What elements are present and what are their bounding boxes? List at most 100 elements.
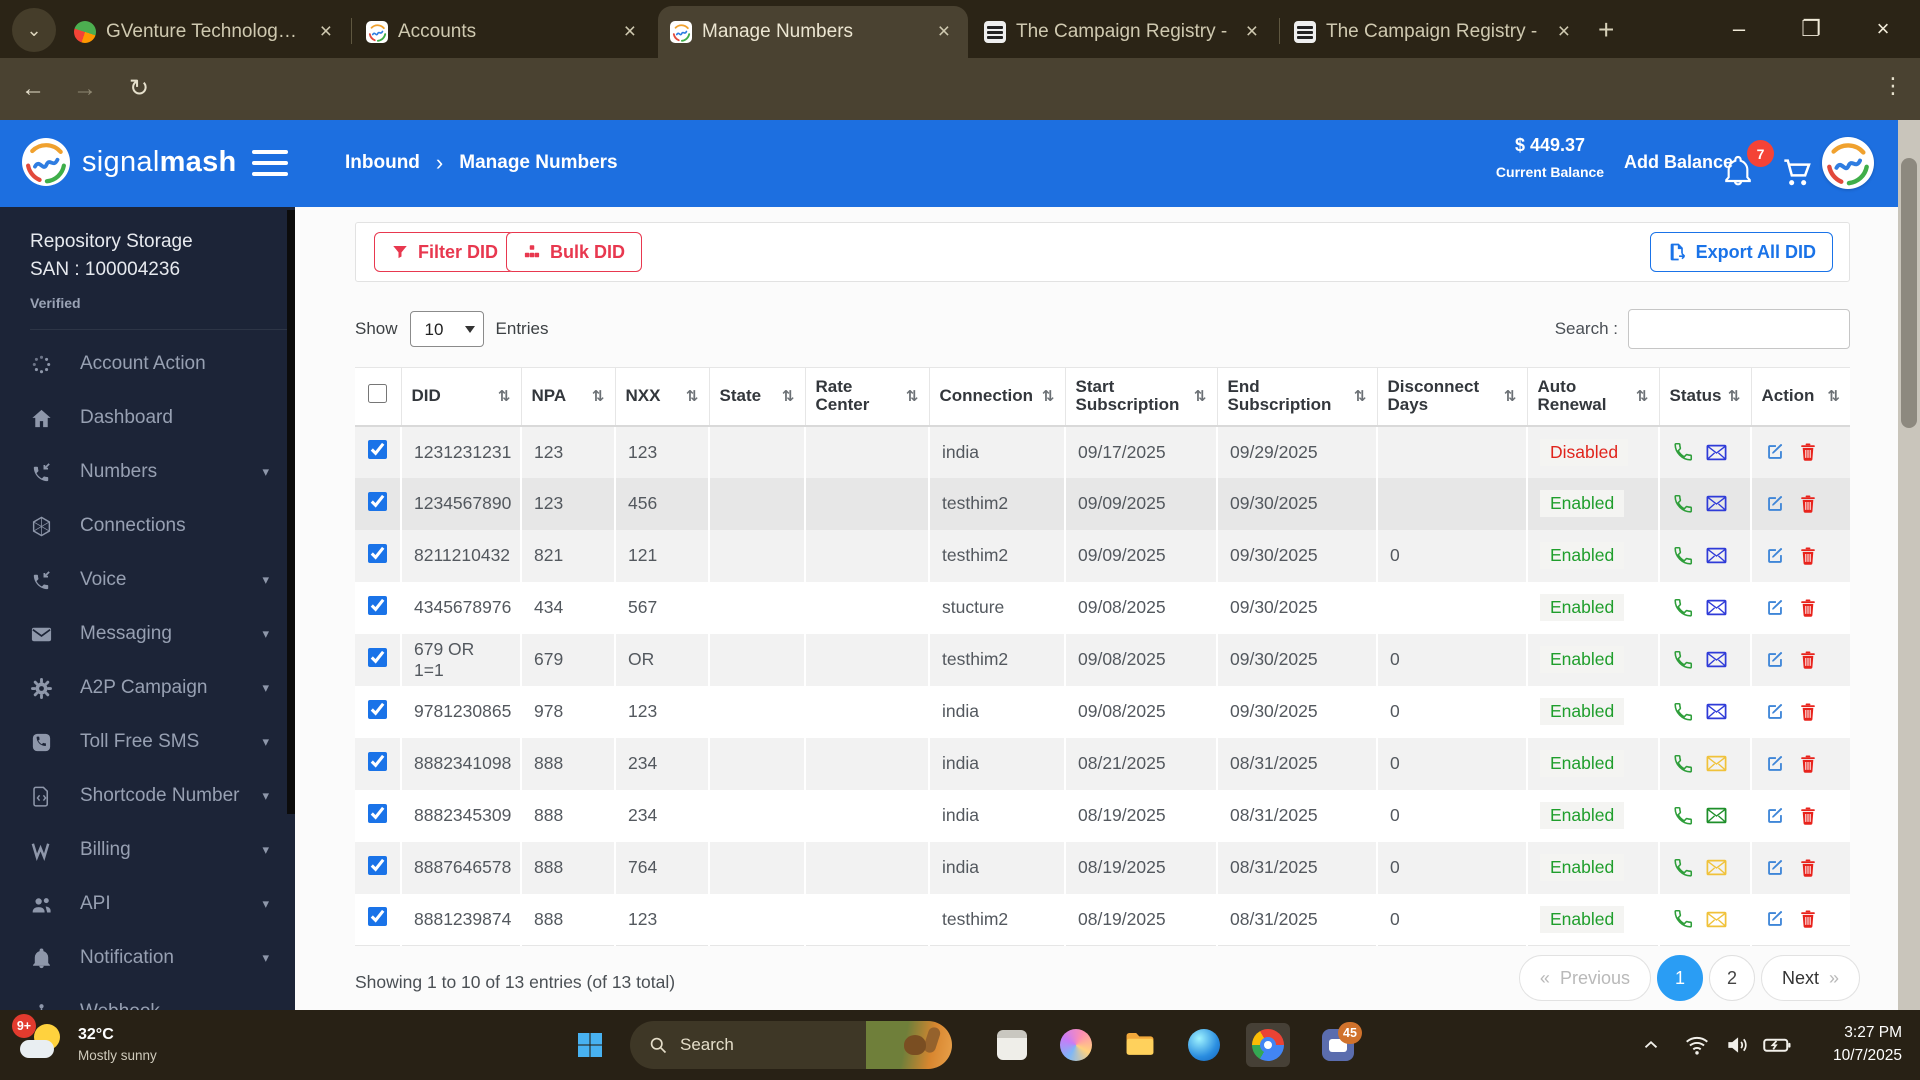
edit-icon[interactable] <box>1764 597 1786 619</box>
copilot-icon[interactable] <box>1054 1023 1098 1067</box>
bulk-did-button[interactable]: Bulk DID <box>506 232 643 272</box>
edit-icon[interactable] <box>1764 701 1786 723</box>
sidebar-item-billing[interactable]: Billing ▾ <box>0 823 295 877</box>
column-header-action[interactable]: Action ⇅ <box>1751 367 1850 427</box>
column-header-connection[interactable]: Connection ⇅ <box>929 367 1066 427</box>
close-icon[interactable]: × <box>314 20 338 44</box>
delete-icon[interactable] <box>1797 597 1819 619</box>
sidebar-item-voice[interactable]: Voice ▾ <box>0 553 295 607</box>
weather-widget[interactable]: 9+ 32°C Mostly sunny <box>12 1014 157 1068</box>
filter-did-button[interactable]: Filter DID <box>374 232 516 272</box>
row-checkbox[interactable] <box>368 647 387 667</box>
tab-gventure[interactable]: GVenture Technology Pvt... × <box>62 6 350 58</box>
clock[interactable]: 3:27 PM 10/7/2025 <box>1833 1021 1902 1067</box>
row-checkbox[interactable] <box>368 751 387 771</box>
sidebar-item-a2p-campaign[interactable]: A2P Campaign ▾ <box>0 661 295 715</box>
page-scrollbar-thumb[interactable] <box>1901 158 1917 428</box>
search-highlight-image[interactable] <box>866 1021 952 1069</box>
sidebar-item-account-action[interactable]: Account Action <box>0 337 295 391</box>
sidebar-item-numbers[interactable]: Numbers ▾ <box>0 445 295 499</box>
sort-icon[interactable]: ⇅ <box>1504 387 1517 405</box>
delete-icon[interactable] <box>1797 753 1819 775</box>
sort-icon[interactable]: ⇅ <box>498 387 511 405</box>
window-maximize-button[interactable]: ❐ <box>1788 0 1834 58</box>
sidebar-item-shortcode-number[interactable]: Shortcode Number ▾ <box>0 769 295 823</box>
row-checkbox[interactable] <box>368 595 387 615</box>
add-balance-button[interactable]: Add Balance <box>1624 152 1733 173</box>
sidebar-item-notification[interactable]: Notification ▾ <box>0 931 295 985</box>
column-header-did[interactable]: DID ⇅ <box>401 367 522 427</box>
chrome-icon[interactable] <box>1246 1023 1290 1067</box>
edit-icon[interactable] <box>1764 805 1786 827</box>
column-header-status[interactable]: Status ⇅ <box>1659 367 1752 427</box>
edge-browser-icon[interactable] <box>1182 1023 1226 1067</box>
tab-accounts[interactable]: Accounts × <box>354 6 654 58</box>
row-checkbox[interactable] <box>368 440 387 459</box>
sort-icon[interactable]: ⇅ <box>1636 387 1649 405</box>
row-checkbox[interactable] <box>368 699 387 719</box>
hamburger-menu-icon[interactable] <box>252 150 288 183</box>
wifi-icon[interactable] <box>1684 1010 1710 1080</box>
taskbar-search-box[interactable]: Search <box>630 1021 952 1069</box>
sort-icon[interactable]: ⇅ <box>1728 387 1741 405</box>
column-header-state[interactable]: State ⇅ <box>709 367 806 427</box>
delete-icon[interactable] <box>1797 545 1819 567</box>
previous-page-button[interactable]: « Previous <box>1518 955 1651 1001</box>
sidebar-item-api[interactable]: API ▾ <box>0 877 295 931</box>
row-checkbox[interactable] <box>368 907 387 927</box>
tab-manage-numbers[interactable]: Manage Numbers × <box>658 6 968 58</box>
speaker-icon[interactable] <box>1724 1010 1750 1080</box>
battery-icon[interactable] <box>1762 1010 1792 1080</box>
next-page-button[interactable]: Next » <box>1760 955 1860 1001</box>
file-explorer-icon[interactable] <box>1118 1023 1162 1067</box>
edit-icon[interactable] <box>1764 857 1786 879</box>
column-header-start-subscription[interactable]: Start Subscription ⇅ <box>1065 367 1218 427</box>
page-size-select[interactable]: 10 <box>409 311 484 347</box>
close-icon[interactable]: × <box>618 20 642 44</box>
brand-logo[interactable]: signalmash <box>22 138 237 186</box>
sort-icon[interactable]: ⇅ <box>1827 387 1840 405</box>
delete-icon[interactable] <box>1797 441 1819 463</box>
delete-icon[interactable] <box>1797 701 1819 723</box>
taskbar-app-window[interactable] <box>990 1023 1034 1067</box>
page-button-1[interactable]: 1 <box>1656 955 1703 1001</box>
edit-icon[interactable] <box>1764 908 1786 930</box>
breadcrumb-parent[interactable]: Inbound <box>345 152 420 174</box>
column-header-nxx[interactable]: NXX ⇅ <box>615 367 710 427</box>
delete-icon[interactable] <box>1797 493 1819 515</box>
sort-icon[interactable]: ⇅ <box>686 387 699 405</box>
edit-icon[interactable] <box>1764 649 1786 671</box>
back-icon[interactable]: ← <box>16 73 50 105</box>
column-header-auto-renewal[interactable]: Auto Renewal ⇅ <box>1527 367 1660 427</box>
tab-campaign-registry-1[interactable]: The Campaign Registry - × <box>972 6 1276 58</box>
export-all-did-button[interactable]: Export All DID <box>1649 232 1833 272</box>
sidebar-item-connections[interactable]: Connections <box>0 499 295 553</box>
edit-icon[interactable] <box>1764 441 1786 463</box>
column-header-rate-center[interactable]: Rate Center ⇅ <box>805 367 930 427</box>
select-all-checkbox[interactable] <box>368 384 388 404</box>
sort-icon[interactable]: ⇅ <box>906 387 919 405</box>
page-scrollbar[interactable] <box>1898 120 1920 1010</box>
delete-icon[interactable] <box>1797 908 1819 930</box>
edit-icon[interactable] <box>1764 493 1786 515</box>
row-checkbox[interactable] <box>368 543 387 563</box>
close-icon[interactable]: × <box>932 20 956 44</box>
reload-icon[interactable]: ↻ <box>122 73 156 105</box>
tray-show-hidden[interactable] <box>1640 1010 1662 1080</box>
column-header-disconnect-days[interactable]: Disconnect Days ⇅ <box>1377 367 1528 427</box>
row-checkbox[interactable] <box>368 803 387 823</box>
cart-icon[interactable] <box>1781 156 1813 188</box>
sort-icon[interactable]: ⇅ <box>782 387 795 405</box>
sort-icon[interactable]: ⇅ <box>1194 387 1207 405</box>
edit-icon[interactable] <box>1764 753 1786 775</box>
delete-icon[interactable] <box>1797 649 1819 671</box>
forward-icon[interactable]: → <box>68 73 102 105</box>
sidebar-item-messaging[interactable]: Messaging ▾ <box>0 607 295 661</box>
start-button[interactable] <box>568 1023 612 1067</box>
sidebar-item-toll-free-sms[interactable]: Toll Free SMS ▾ <box>0 715 295 769</box>
delete-icon[interactable] <box>1797 857 1819 879</box>
sort-icon[interactable]: ⇅ <box>1354 387 1367 405</box>
sidebar-item-dashboard[interactable]: Dashboard <box>0 391 295 445</box>
sort-icon[interactable]: ⇅ <box>592 387 605 405</box>
account-logo[interactable] <box>1822 137 1874 189</box>
